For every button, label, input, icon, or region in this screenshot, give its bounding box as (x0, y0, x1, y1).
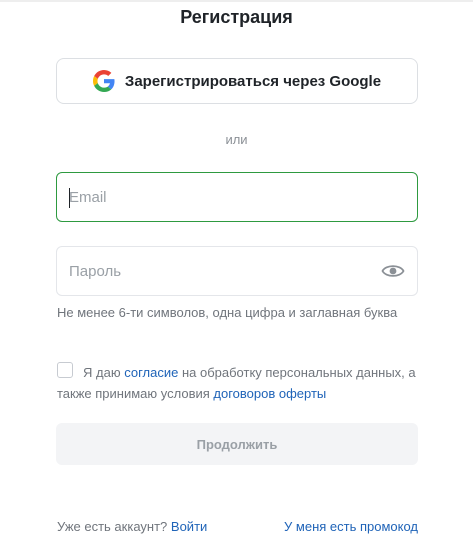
login-link[interactable]: Войти (171, 519, 207, 534)
page-title: Регистрация (180, 7, 293, 27)
consent-text-before: Я даю (83, 365, 125, 380)
password-field[interactable] (56, 246, 418, 296)
google-signup-label: Зарегистрироваться через Google (124, 72, 382, 90)
eye-icon[interactable] (381, 261, 405, 281)
google-signup-button[interactable]: Зарегистрироваться через Google (56, 58, 418, 104)
consent-link[interactable]: согласие (124, 365, 178, 380)
consent-text: Я даю согласие на обработку персональных… (57, 362, 427, 404)
text-cursor (69, 188, 70, 208)
promo-code-link-wrap: У меня есть промокод (284, 519, 418, 534)
password-input[interactable] (69, 247, 369, 295)
offer-link[interactable]: договоров оферты (213, 386, 326, 401)
password-hint: Не менее 6-ти символов, одна цифра и заг… (57, 305, 398, 320)
or-divider-text: или (225, 132, 248, 147)
email-input[interactable] (69, 173, 369, 221)
top-divider (0, 0, 473, 2)
promo-code-link[interactable]: У меня есть промокод (284, 519, 418, 534)
google-logo-icon (92, 70, 115, 92)
continue-button[interactable]: Продолжить (56, 423, 418, 465)
email-field[interactable] (56, 172, 418, 222)
login-prompt: Уже есть аккаунт? Войти (57, 519, 207, 534)
have-account-text: Уже есть аккаунт? (57, 519, 168, 534)
consent-checkbox[interactable] (57, 362, 73, 378)
